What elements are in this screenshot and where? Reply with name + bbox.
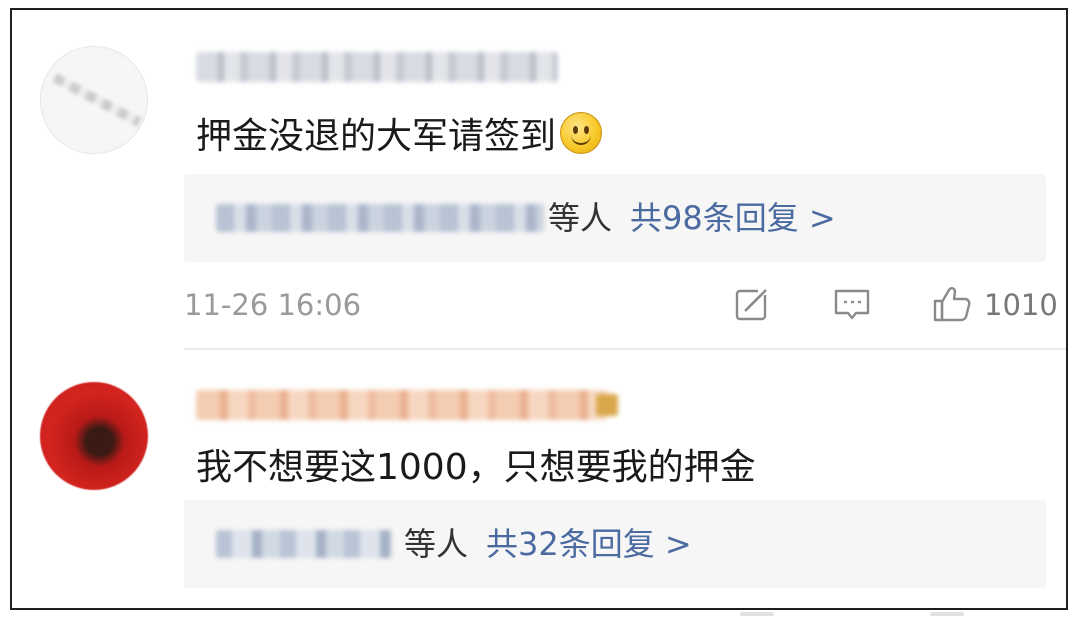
reply-summary-text: 等人 共32条回复 > [404,524,692,564]
reply-summary[interactable]: 等人 共32条回复 > [184,500,1046,588]
username-blurred[interactable] [196,390,618,420]
smiley-emoji-icon [560,112,603,154]
avatar[interactable] [40,382,148,490]
comment-item: 押金没退的大军请签到 等人 共98条回复 > 11-26 16:06 1010 [12,10,1066,348]
reply-others-label: 等人 [548,199,613,237]
reply-summary-text: 等人 共98条回复 > [548,198,836,238]
comment-text: 我不想要这1000，只想要我的押金 [196,447,756,488]
comment-meta: 11-26 16:06 1010 [184,282,1058,326]
comment-icon[interactable] [832,284,872,324]
avatar[interactable] [40,46,148,154]
avatar-image [52,73,142,127]
reply-count-link[interactable]: 共98条回复 > [630,199,836,237]
reply-count-link[interactable]: 共32条回复 > [486,525,692,563]
reply-usernames-blurred [216,204,544,232]
comment-item: 我不想要这1000，只想要我的押金 等人 共32条回复 > [12,350,1066,608]
comment-text-content: 押金没退的大军请签到 [196,116,557,157]
username-blurred[interactable] [196,52,558,82]
like-count: 1010 [984,288,1058,322]
timestamp: 11-26 16:06 [184,288,362,322]
share-icon[interactable] [732,284,772,324]
reply-usernames-blurred [216,530,392,558]
partial-content-edge [930,612,964,616]
comment-list: 押金没退的大军请签到 等人 共98条回复 > 11-26 16:06 1010 … [10,8,1068,610]
partial-content-edge [740,612,774,616]
comment-text: 押金没退的大军请签到 [196,112,603,159]
reply-others-label: 等人 [404,525,469,563]
reply-summary[interactable]: 等人 共98条回复 > [184,174,1046,262]
thumbs-up-icon[interactable] [932,284,972,324]
